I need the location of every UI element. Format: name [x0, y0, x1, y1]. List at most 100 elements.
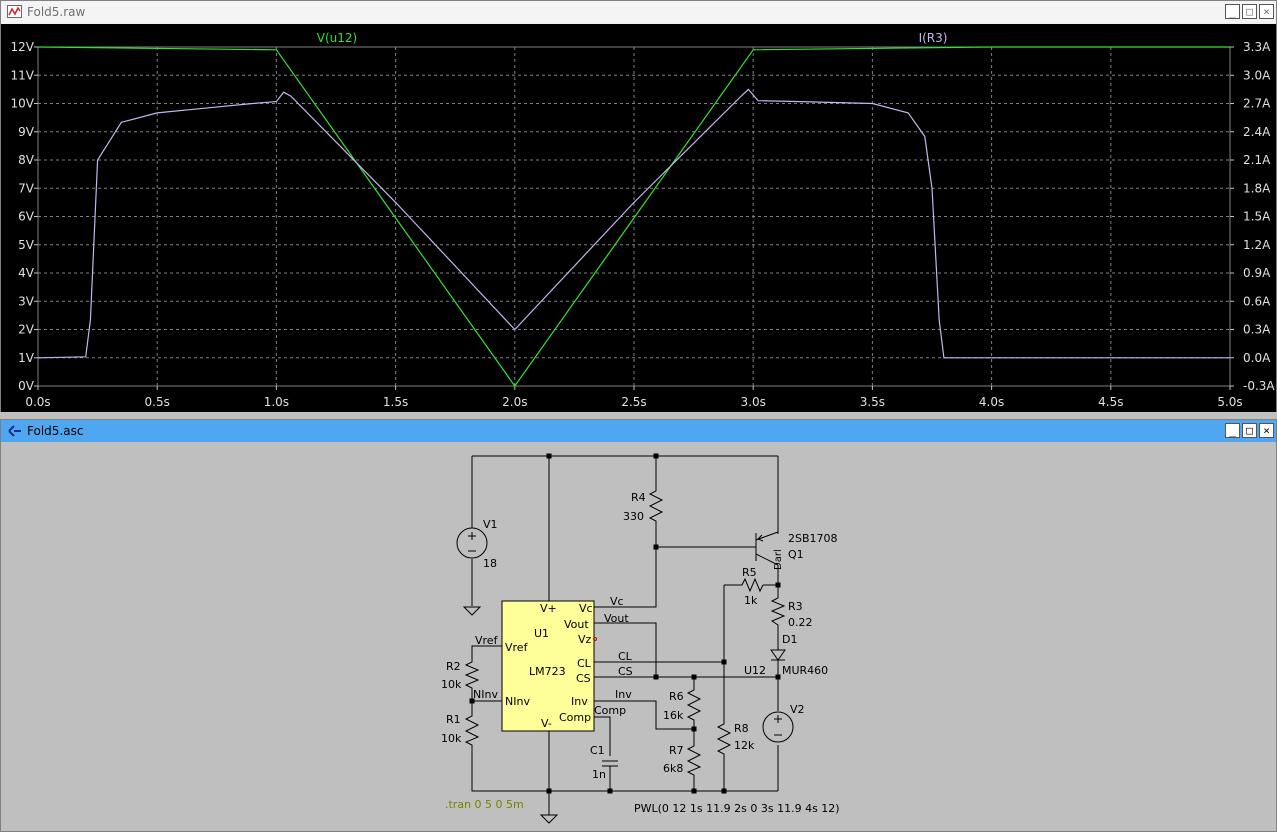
c1-value: 1n — [592, 768, 606, 781]
right-tick-label: 0.3A — [1243, 323, 1271, 337]
resistor-r2[interactable] — [464, 659, 480, 691]
right-tick-label: 1.5A — [1243, 210, 1271, 224]
diode-d1[interactable] — [770, 649, 786, 661]
r2-value: 10k — [441, 678, 462, 691]
schematic-window-title: Fold5.asc — [27, 424, 84, 438]
schematic-window[interactable]: Fold5.asc _ □ × V1 18 R4 330 2SB1708 Q1 … — [0, 419, 1277, 832]
resistor-r3[interactable] — [770, 595, 786, 629]
minimize-button[interactable]: _ — [1225, 423, 1240, 438]
left-tick-label: 4V — [18, 266, 35, 280]
x-tick-label: 0.0s — [25, 395, 50, 409]
r4-value: 330 — [623, 510, 644, 523]
r7-value: 6k8 — [663, 762, 683, 775]
right-tick-label: 3.0A — [1243, 68, 1271, 82]
v2-name: V2 — [790, 703, 805, 716]
r6-name: R6 — [669, 690, 684, 703]
pin-vplus: V+ — [540, 602, 557, 615]
waveform-window[interactable]: Fold5.raw _ □ × 12V 11V 10V 9V 8V 7V 6V 5V 4V 3V 2… — [0, 0, 1277, 412]
net-label-u12: U12 — [744, 664, 766, 677]
schematic-labels: V1 18 R4 330 2SB1708 Q1 Darl R5 1k R3 0.… — [441, 491, 840, 815]
r7-name: R7 — [669, 744, 684, 757]
net-label-vc: Vc — [610, 595, 624, 608]
waveform-plot[interactable]: 12V 11V 10V 9V 8V 7V 6V 5V 4V 3V 2V 1V 0V 3.3A 3.0A 2.… — [1, 24, 1276, 412]
net-label-vout: Vout — [604, 612, 629, 625]
pin-cl: CL — [577, 657, 592, 670]
r6-value: 16k — [663, 709, 684, 722]
resistor-r7[interactable] — [686, 743, 702, 776]
pin-vz: Vz — [578, 633, 592, 646]
r4-name: R4 — [631, 491, 646, 504]
d1-name: D1 — [782, 633, 797, 646]
left-tick-label: 10V — [11, 97, 35, 111]
left-tick-label: 8V — [18, 153, 35, 167]
tran-directive: .tran 0 5 0 5m — [445, 798, 524, 811]
schematic-file-icon — [8, 425, 21, 437]
resistor-r8[interactable] — [716, 721, 732, 756]
r5-value: 1k — [744, 594, 758, 607]
resistor-r1[interactable] — [464, 713, 480, 746]
trace-label-i-r3[interactable]: I(R3) — [919, 31, 948, 45]
right-tick-label: 3.3A — [1243, 40, 1271, 54]
r8-value: 12k — [734, 739, 755, 752]
u1-name: U1 — [534, 627, 549, 640]
close-button[interactable]: × — [1259, 423, 1274, 438]
u1-part: LM723 — [529, 665, 566, 678]
pin-ninv: NInv — [505, 695, 530, 708]
schematic-titlebar[interactable]: Fold5.asc _ □ × — [1, 420, 1276, 442]
d1-part: MUR460 — [782, 664, 828, 677]
pin-vc: Vc — [579, 602, 593, 615]
r8-name: R8 — [734, 722, 749, 735]
resistor-r4[interactable] — [648, 488, 664, 523]
resistor-r5[interactable] — [739, 577, 764, 593]
voltage-source-v2[interactable] — [762, 711, 794, 743]
right-tick-label: 1.8A — [1243, 181, 1271, 195]
waveform-file-icon — [7, 5, 22, 18]
waveform-titlebar[interactable]: Fold5.raw _ □ × — [1, 1, 1276, 23]
left-tick-label: 12V — [11, 40, 35, 54]
pin-inv: Inv — [571, 695, 588, 708]
vz-pin-marker — [593, 637, 597, 641]
net-label-ninv: NInv — [473, 688, 498, 701]
pin-vref: Vref — [505, 641, 529, 654]
c1-name: C1 — [590, 744, 605, 757]
left-tick-label: 7V — [18, 181, 35, 195]
right-tick-label: 2.7A — [1243, 97, 1271, 111]
left-tick-label: 9V — [18, 125, 35, 139]
right-tick-label: 1.2A — [1243, 238, 1271, 252]
close-button[interactable]: × — [1259, 4, 1274, 19]
x-tick-label: 5.0s — [1217, 395, 1242, 409]
x-tick-label: 1.5s — [383, 395, 408, 409]
right-tick-label: -0.3A — [1243, 379, 1275, 393]
x-tick-label: 3.0s — [741, 395, 766, 409]
x-tick-label: 3.5s — [860, 395, 885, 409]
pin-vminus: V- — [541, 717, 552, 730]
capacitor-c1[interactable] — [602, 760, 618, 767]
resistor-r6[interactable] — [686, 687, 702, 721]
v1-name: V1 — [483, 518, 498, 531]
ground-symbol-v1[interactable] — [462, 606, 482, 616]
left-tick-label: 5V — [18, 238, 35, 252]
maximize-button[interactable]: □ — [1242, 4, 1257, 19]
r1-value: 10k — [441, 732, 462, 745]
q1-part: 2SB1708 — [788, 532, 838, 545]
v2-pwl-value: PWL(0 12 1s 11.9 2s 0 3s 11.9 4s 12) — [634, 802, 840, 815]
net-label-cs: CS — [618, 665, 633, 678]
v1-value: 18 — [483, 557, 497, 570]
net-label-cl: CL — [618, 650, 633, 663]
pin-comp: Comp — [559, 711, 591, 724]
right-tick-label: 0.9A — [1243, 266, 1271, 280]
schematic-canvas[interactable]: V1 18 R4 330 2SB1708 Q1 Darl R5 1k R3 0.… — [1, 443, 1276, 831]
q1-model: Darl — [773, 549, 784, 570]
trace-label-v-u12[interactable]: V(u12) — [317, 31, 357, 45]
left-tick-label: 2V — [18, 323, 35, 337]
maximize-button[interactable]: □ — [1242, 423, 1257, 438]
left-tick-label: 11V — [11, 68, 35, 82]
left-tick-label: 3V — [18, 294, 35, 308]
left-tick-label: 0V — [18, 379, 35, 393]
minimize-button[interactable]: _ — [1225, 4, 1240, 19]
voltage-source-v1[interactable] — [456, 527, 488, 559]
ground-symbol-main[interactable] — [539, 814, 559, 824]
right-tick-label: 2.4A — [1243, 125, 1271, 139]
r2-name: R2 — [446, 660, 461, 673]
plot-background — [1, 24, 1276, 412]
